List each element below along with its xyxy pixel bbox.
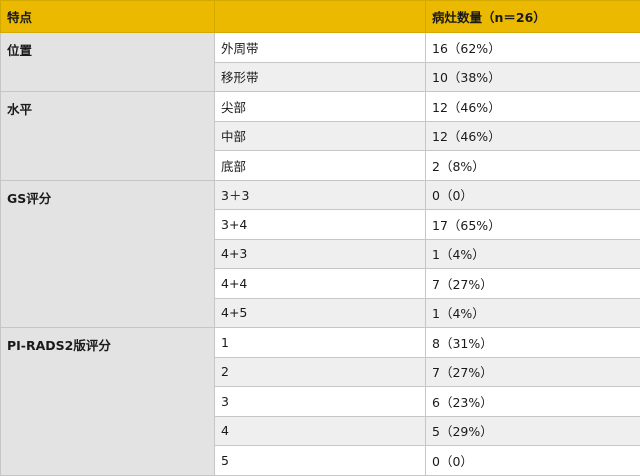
row-item: 尖部: [215, 92, 426, 122]
table-header: 特点 病灶数量（n＝26）: [1, 1, 640, 33]
table-row: GS评分 3＋3 0（0）: [1, 180, 640, 210]
group-label-location: 位置: [1, 33, 215, 92]
group-label-pi-rads: PI-RADS2版评分: [1, 328, 215, 476]
group-label-level: 水平: [1, 92, 215, 181]
table-row: PI-RADS2版评分 1 8（31%）: [1, 328, 640, 358]
row-value: 6（23%）: [426, 387, 640, 417]
row-item: 底部: [215, 151, 426, 181]
row-value: 10（38%）: [426, 62, 640, 92]
row-item: 3+4: [215, 210, 426, 240]
row-value: 0（0）: [426, 446, 640, 476]
row-item: 4+4: [215, 269, 426, 299]
row-value: 1（4%）: [426, 298, 640, 328]
table-body: 位置 外周带 16（62%） 移形带 10（38%） 水平 尖部 12（46%）…: [1, 33, 640, 476]
row-item: 4+3: [215, 239, 426, 269]
table-row: 水平 尖部 12（46%）: [1, 92, 640, 122]
data-table: 特点 病灶数量（n＝26） 位置 外周带 16（62%） 移形带 10（38%）…: [0, 0, 640, 476]
table-row: 位置 外周带 16（62%）: [1, 33, 640, 63]
header-row: 特点 病灶数量（n＝26）: [1, 1, 640, 33]
row-value: 2（8%）: [426, 151, 640, 181]
row-item: 4: [215, 416, 426, 446]
row-item: 中部: [215, 121, 426, 151]
row-value: 12（46%）: [426, 92, 640, 122]
row-item: 4+5: [215, 298, 426, 328]
header-feature: 特点: [1, 1, 215, 33]
row-item: 1: [215, 328, 426, 358]
row-item: 外周带: [215, 33, 426, 63]
row-item: 3: [215, 387, 426, 417]
row-item: 移形带: [215, 62, 426, 92]
row-value: 16（62%）: [426, 33, 640, 63]
row-value: 1（4%）: [426, 239, 640, 269]
header-subitem: [215, 1, 426, 33]
row-value: 7（27%）: [426, 269, 640, 299]
row-value: 12（46%）: [426, 121, 640, 151]
header-lesion-count: 病灶数量（n＝26）: [426, 1, 640, 33]
row-value: 5（29%）: [426, 416, 640, 446]
row-item: 5: [215, 446, 426, 476]
row-item: 2: [215, 357, 426, 387]
row-item: 3＋3: [215, 180, 426, 210]
row-value: 17（65%）: [426, 210, 640, 240]
row-value: 0（0）: [426, 180, 640, 210]
group-label-gs-score: GS评分: [1, 180, 215, 328]
row-value: 7（27%）: [426, 357, 640, 387]
row-value: 8（31%）: [426, 328, 640, 358]
